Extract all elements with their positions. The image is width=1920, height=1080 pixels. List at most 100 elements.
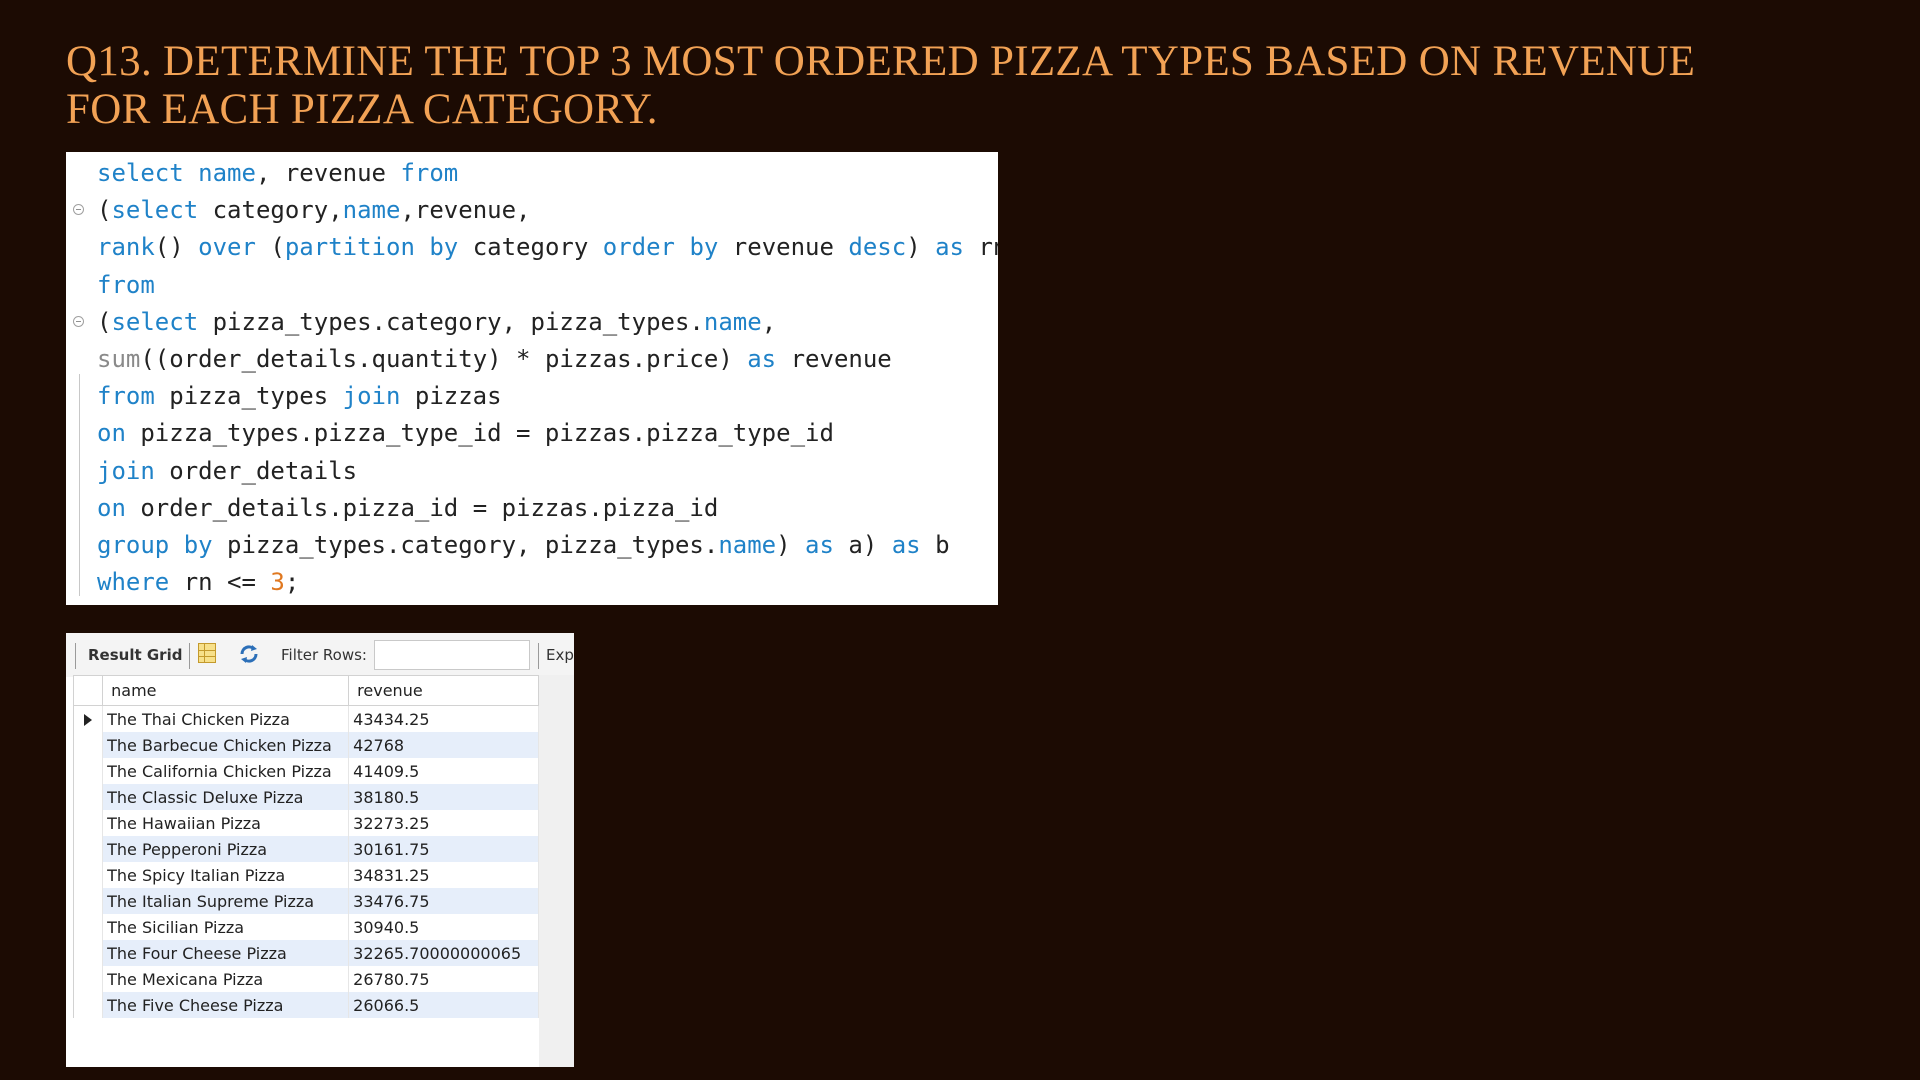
current-row-arrow-icon [84, 714, 92, 726]
table-row[interactable]: The Hawaiian Pizza 32273.25 [72, 810, 539, 836]
column-header-revenue[interactable]: revenue [348, 675, 539, 706]
filter-rows-input[interactable] [374, 640, 530, 670]
row-header-cell[interactable] [72, 732, 104, 758]
row-header-cell[interactable] [72, 966, 104, 992]
cell-revenue[interactable]: 38180.5 [348, 784, 539, 810]
cell-name[interactable]: The Italian Supreme Pizza [102, 888, 350, 914]
fold-toggle-icon[interactable] [73, 204, 84, 216]
slide-title-line-2: FOR EACH PIZZA CATEGORY. [66, 86, 658, 133]
row-header-cell[interactable] [72, 888, 104, 914]
code-line-text: select name, revenue from [97, 155, 458, 192]
cell-name[interactable]: The Classic Deluxe Pizza [102, 784, 350, 810]
table-row[interactable]: The Classic Deluxe Pizza 38180.5 [72, 784, 539, 810]
row-header-cell[interactable] [72, 862, 104, 888]
table-row[interactable]: The Sicilian Pizza 30940.5 [72, 914, 539, 940]
row-header-cell[interactable] [72, 784, 104, 810]
sql-query-editor[interactable]: select name, revenue from (select categor… [66, 152, 998, 605]
code-token: order by [602, 233, 719, 262]
cell-revenue[interactable]: 43434.25 [348, 705, 539, 732]
row-header-corner[interactable] [72, 675, 104, 706]
refresh-icon[interactable] [238, 643, 260, 665]
table-row[interactable]: The Italian Supreme Pizza 33476.75 [72, 888, 539, 914]
fold-toggle-icon[interactable] [73, 315, 84, 327]
cell-name[interactable]: The Thai Chicken Pizza [102, 705, 350, 732]
code-line[interactable]: from [66, 267, 998, 304]
toolbar-separator [75, 643, 76, 669]
code-line[interactable]: rank() over (partition by category order… [66, 229, 998, 266]
cell-revenue[interactable]: 30161.75 [348, 836, 539, 862]
result-table-body: The Thai Chicken Pizza 43434.25 The Barbec… [72, 705, 539, 1018]
column-header-name[interactable]: name [102, 675, 350, 706]
cell-revenue[interactable]: 30940.5 [348, 914, 539, 940]
grid-layout-icon[interactable] [198, 643, 216, 663]
table-row[interactable]: The Four Cheese Pizza 32265.70000000065 [72, 940, 539, 966]
cell-name[interactable]: The Barbecue Chicken Pizza [102, 732, 350, 758]
table-header-row: name revenue [72, 675, 539, 706]
row-header-cell[interactable] [72, 705, 104, 732]
code-line-text: rank() over (partition by category order… [97, 229, 998, 266]
cell-name[interactable]: The Mexicana Pizza [102, 966, 350, 992]
code-token: desc [848, 233, 907, 262]
code-token: from [97, 270, 155, 299]
cell-revenue[interactable]: 41409.5 [348, 758, 539, 784]
code-token: from [400, 159, 459, 187]
table-row[interactable]: The Barbecue Chicken Pizza 42768 [72, 732, 539, 758]
row-header-cell[interactable] [72, 758, 104, 784]
table-row[interactable]: The Five Cheese Pizza 26066.5 [72, 992, 539, 1018]
code-token: ( [97, 196, 112, 225]
table-row[interactable]: The Mexicana Pizza 26780.75 [72, 966, 539, 992]
code-token: group by [97, 531, 213, 559]
table-row[interactable]: The California Chicken Pizza 41409.5 [72, 758, 539, 784]
code-line[interactable]: (select pizza_types.category, pizza_type… [66, 304, 998, 341]
cell-revenue[interactable]: 26780.75 [348, 966, 539, 992]
code-token: a) [833, 531, 892, 559]
table-row[interactable]: The Pepperoni Pizza 30161.75 [72, 836, 539, 862]
row-header-cell[interactable] [72, 810, 104, 836]
row-header-cell[interactable] [72, 992, 104, 1018]
code-token: category, [198, 196, 343, 225]
cell-name[interactable]: The Five Cheese Pizza [102, 992, 350, 1018]
code-token: ) [776, 531, 806, 559]
cell-revenue[interactable]: 32273.25 [348, 810, 539, 836]
cell-name[interactable]: The Pepperoni Pizza [102, 836, 350, 862]
code-token: sum [97, 345, 141, 373]
cell-name[interactable]: The Sicilian Pizza [102, 914, 350, 940]
row-header-cell[interactable] [72, 914, 104, 940]
code-line[interactable]: from pizza_types join pizzas [66, 378, 998, 415]
row-header-cell[interactable] [72, 940, 104, 966]
code-line[interactable]: on order_details.pizza_id = pizzas.pizza… [66, 490, 998, 527]
code-line-text: from [97, 267, 155, 304]
code-line[interactable]: sum((order_details.quantity) * pizzas.pr… [66, 341, 998, 378]
result-grid-tab[interactable]: Result Grid [88, 646, 182, 664]
code-line-text: on order_details.pizza_id = pizzas.pizza… [97, 490, 718, 527]
row-header-cell[interactable] [72, 836, 104, 862]
cell-revenue[interactable]: 33476.75 [348, 888, 539, 914]
code-token: () [154, 233, 199, 262]
export-button[interactable]: Exp [546, 646, 574, 664]
cell-revenue[interactable]: 32265.70000000065 [348, 940, 539, 966]
code-line-text: sum((order_details.quantity) * pizzas.pr… [97, 341, 892, 378]
code-token: select [111, 307, 199, 336]
code-line[interactable]: (select category,name,revenue, [66, 192, 998, 229]
cell-revenue[interactable]: 34831.25 [348, 862, 539, 888]
code-token: partition by [284, 233, 459, 262]
cell-name[interactable]: The Hawaiian Pizza [102, 810, 350, 836]
code-token: on [97, 493, 126, 522]
code-line[interactable]: on pizza_types.pizza_type_id = pizzas.pi… [66, 415, 998, 452]
code-line[interactable]: where rn <= 3; [66, 564, 998, 601]
code-token: name [718, 531, 777, 559]
code-line[interactable]: join order_details [66, 453, 998, 490]
cell-name[interactable]: The Spicy Italian Pizza [102, 862, 350, 888]
cell-revenue[interactable]: 26066.5 [348, 992, 539, 1018]
code-token: select name [97, 159, 256, 187]
code-line[interactable]: select name, revenue from [66, 155, 998, 192]
code-token: ,revenue, [400, 196, 531, 225]
cell-name[interactable]: The Four Cheese Pizza [102, 940, 350, 966]
code-token: pizza_types.category, pizza_types. [198, 307, 704, 336]
code-line[interactable]: group by pizza_types.category, pizza_typ… [66, 527, 998, 564]
cell-revenue[interactable]: 42768 [348, 732, 539, 758]
cell-name[interactable]: The California Chicken Pizza [102, 758, 350, 784]
table-row[interactable]: The Spicy Italian Pizza 34831.25 [72, 862, 539, 888]
code-token: rn [978, 233, 998, 262]
table-row[interactable]: The Thai Chicken Pizza 43434.25 [72, 705, 539, 732]
